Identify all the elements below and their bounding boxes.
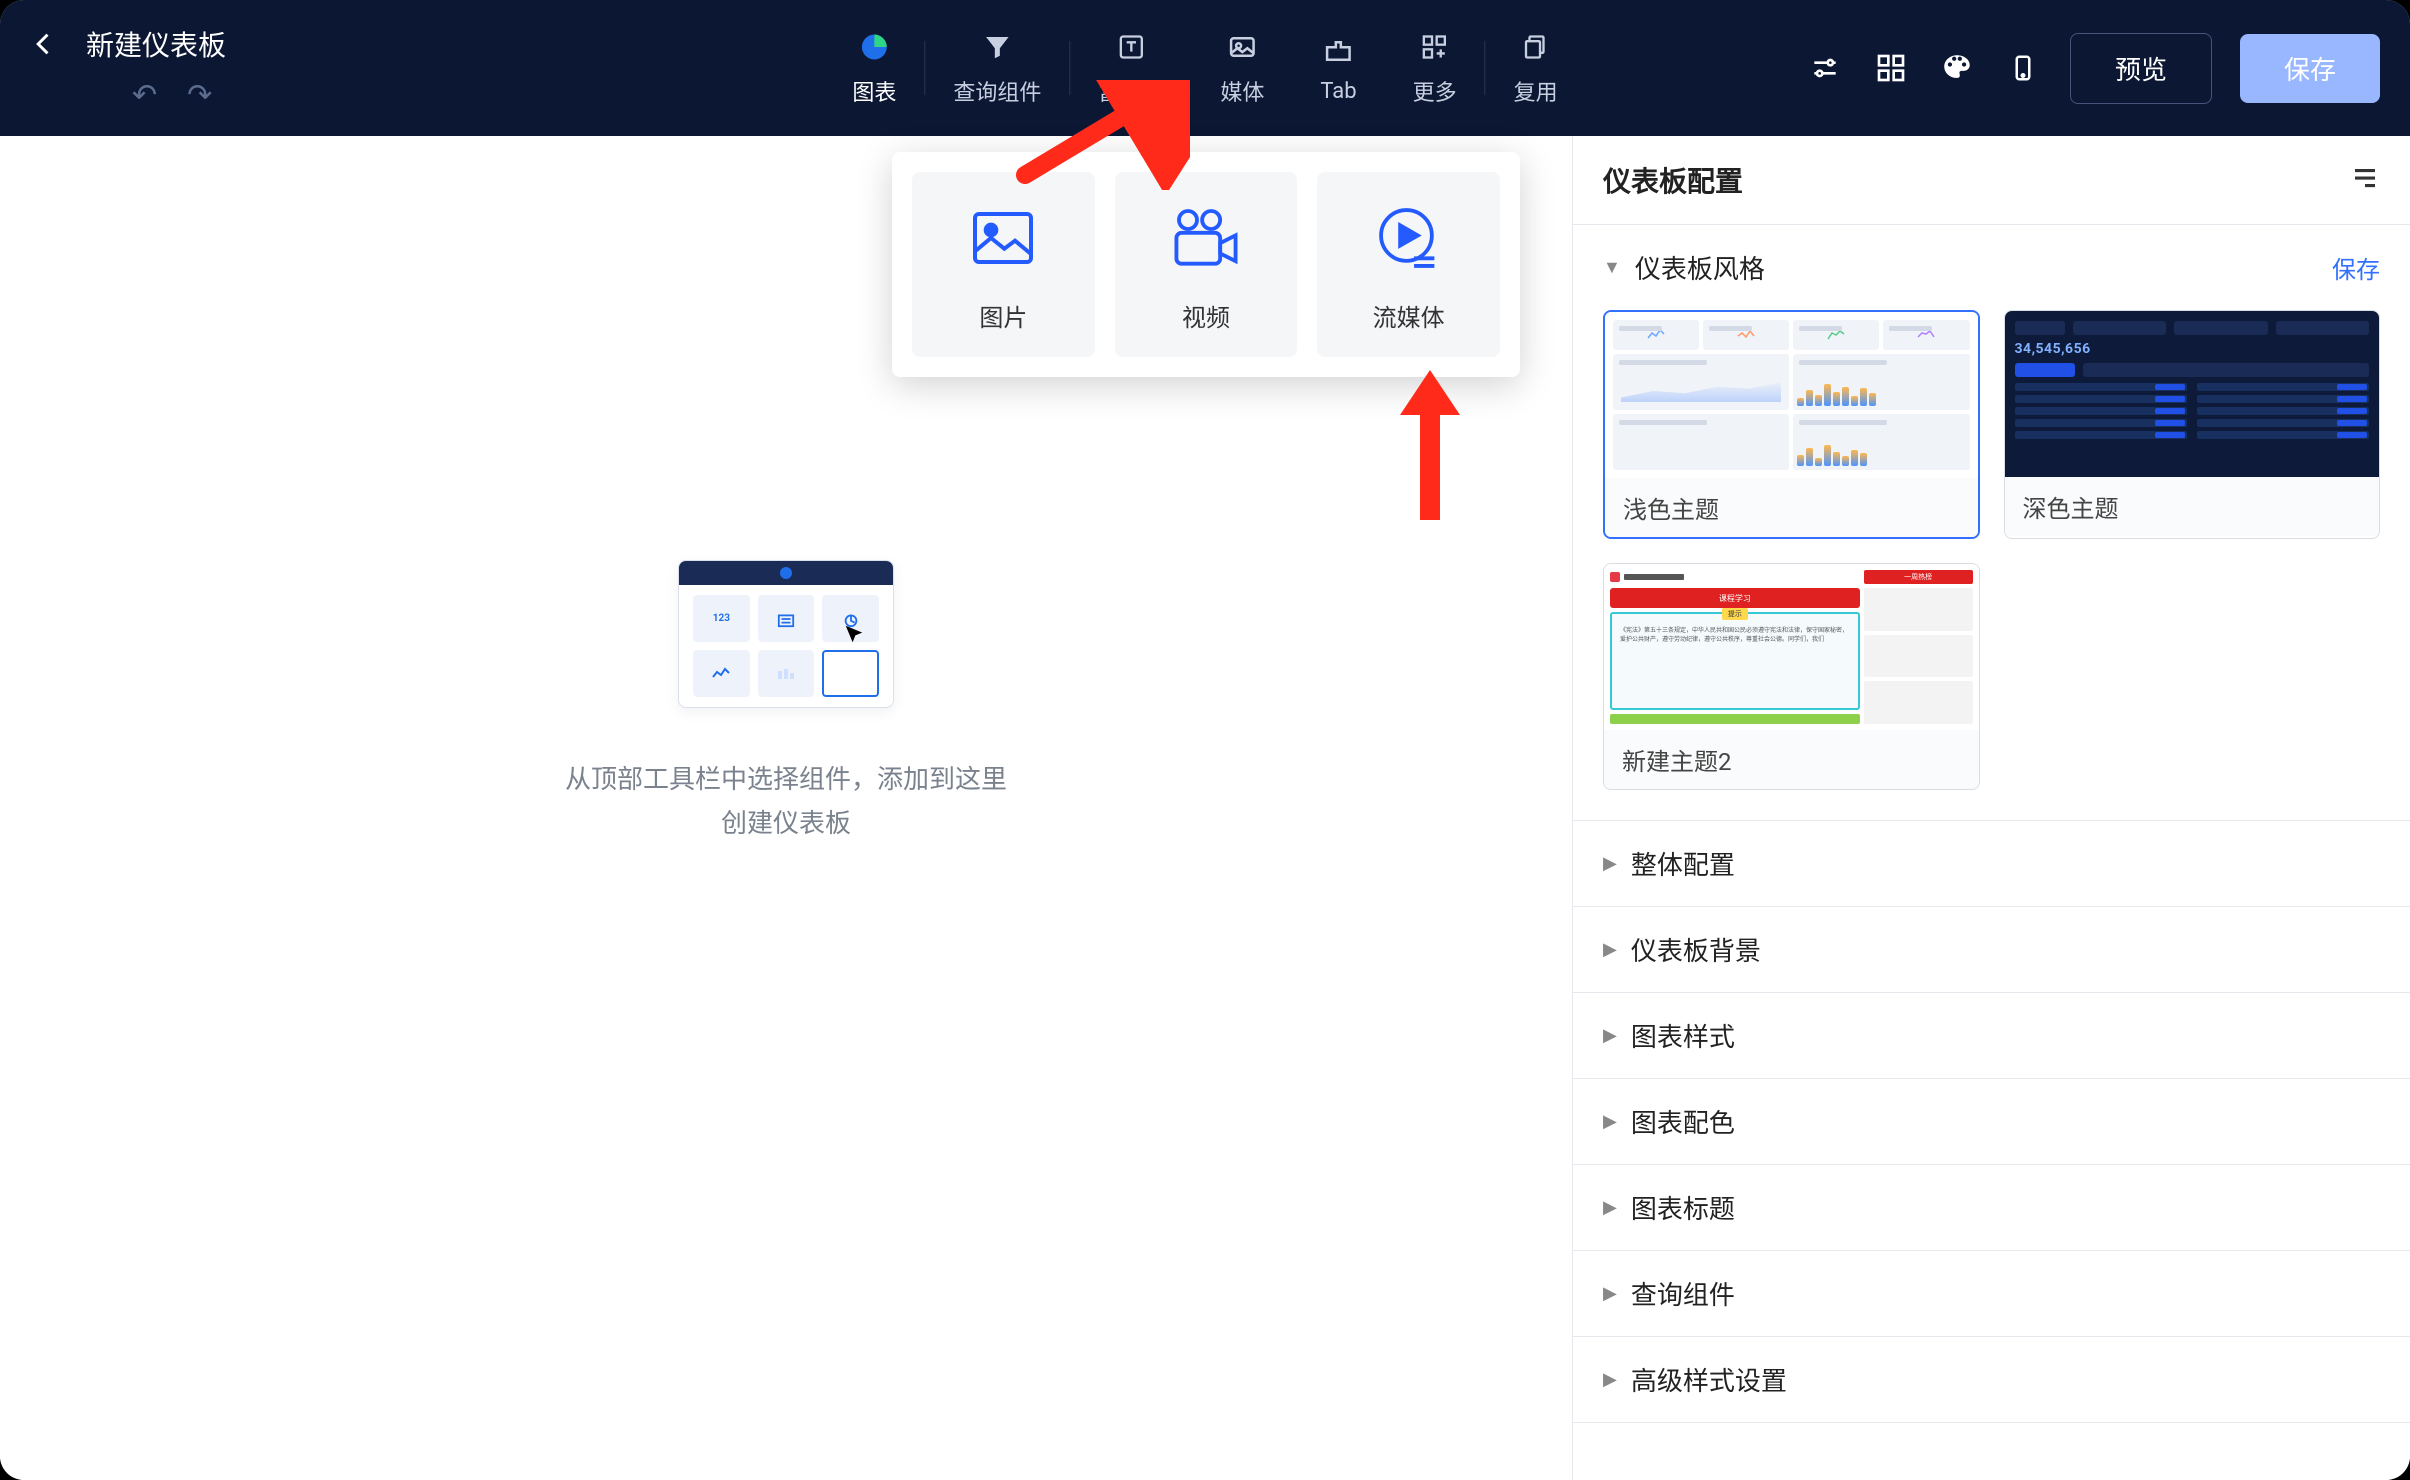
media-option-image[interactable]: 图片	[912, 172, 1095, 357]
toolbar-item-tab[interactable]: Tab	[1292, 33, 1384, 104]
media-icon	[1224, 29, 1260, 65]
canvas-hint-text: 从顶部工具栏中选择组件，添加到这里 创建仪表板	[565, 758, 1007, 846]
save-button[interactable]: 保存	[2240, 34, 2380, 103]
topbar-left-group: 新建仪表板 ↶ ↷	[30, 24, 226, 113]
stream-icon	[1373, 206, 1445, 270]
caret-right-icon: ▶	[1603, 1111, 1617, 1132]
theme-card-dark[interactable]: 34,545,656	[2004, 310, 2381, 539]
theme-card-custom2[interactable]: 课程学习 提示 《宪法》第五十三条规定，中华人民共和国公民必须遵守宪法和法律，保…	[1603, 563, 1980, 790]
section-chart-style[interactable]: ▶ 图表样式	[1573, 993, 2410, 1079]
image-icon	[967, 206, 1039, 270]
layout-icon[interactable]	[1872, 49, 1910, 87]
caret-right-icon: ▶	[1603, 1283, 1617, 1304]
canvas-placeholder-illustration: 123	[678, 560, 894, 708]
caret-right-icon: ▶	[1603, 1369, 1617, 1390]
section-header-style[interactable]: ▼ 仪表板风格 保存	[1573, 225, 2410, 310]
tab-icon	[1321, 33, 1357, 69]
text-icon	[1113, 29, 1149, 65]
section-advanced-style[interactable]: ▶ 高级样式设置	[1573, 1337, 2410, 1423]
theme-card-light[interactable]: 浅色主题	[1603, 310, 1980, 539]
theme-preview-light	[1605, 312, 1978, 478]
toolbar-item-query[interactable]: 查询组件	[925, 29, 1069, 107]
caret-right-icon: ▶	[1603, 1025, 1617, 1046]
toolbar-item-chart[interactable]: 图表	[824, 29, 924, 107]
chart-icon	[856, 29, 892, 65]
grid-icon	[1417, 29, 1453, 65]
reuse-icon	[1518, 29, 1554, 65]
panel-menu-icon[interactable]	[2350, 163, 2380, 197]
topbar-right-group: 预览 保存	[1806, 0, 2380, 136]
component-toolbar: 图表 查询组件 富文本 媒体	[824, 0, 1585, 136]
section-overall-config[interactable]: ▶ 整体配置	[1573, 821, 2410, 907]
caret-right-icon: ▶	[1603, 1197, 1617, 1218]
back-button[interactable]	[30, 30, 58, 58]
theme-preview-dark: 34,545,656	[2005, 311, 2380, 477]
mobile-preview-icon[interactable]	[2004, 49, 2042, 87]
section-dashboard-background[interactable]: ▶ 仪表板背景	[1573, 907, 2410, 993]
toolbar-item-richtext[interactable]: 富文本	[1070, 29, 1192, 107]
undo-button[interactable]: ↶	[132, 78, 157, 113]
section-dashboard-style: ▼ 仪表板风格 保存	[1573, 225, 2410, 821]
caret-down-icon: ▼	[1603, 257, 1621, 278]
media-dropdown-panel: 图片 视频 流媒体	[892, 152, 1520, 377]
toolbar-item-reuse[interactable]: 复用	[1486, 29, 1586, 107]
media-option-video[interactable]: 视频	[1115, 172, 1298, 357]
caret-right-icon: ▶	[1603, 939, 1617, 960]
style-save-link[interactable]: 保存	[2332, 250, 2380, 285]
settings-sliders-icon[interactable]	[1806, 49, 1844, 87]
section-query-component[interactable]: ▶ 查询组件	[1573, 1251, 2410, 1337]
section-chart-color[interactable]: ▶ 图表配色	[1573, 1079, 2410, 1165]
config-panel: 仪表板配置 ▼ 仪表板风格 保存	[1572, 136, 2410, 1480]
filter-icon	[979, 29, 1015, 65]
toolbar-item-media[interactable]: 媒体	[1192, 29, 1292, 107]
top-navbar: 新建仪表板 ↶ ↷ 图表 查询组件	[0, 0, 2410, 136]
preview-button[interactable]: 预览	[2070, 33, 2212, 104]
video-icon	[1170, 206, 1242, 270]
palette-icon[interactable]	[1938, 49, 1976, 87]
media-option-stream[interactable]: 流媒体	[1317, 172, 1500, 357]
toolbar-item-more[interactable]: 更多	[1385, 29, 1485, 107]
theme-preview-custom2: 课程学习 提示 《宪法》第五十三条规定，中华人民共和国公民必须遵守宪法和法律，保…	[1604, 564, 1979, 730]
section-chart-title[interactable]: ▶ 图表标题	[1573, 1165, 2410, 1251]
dashboard-title: 新建仪表板	[86, 24, 226, 64]
config-panel-header: 仪表板配置	[1573, 136, 2410, 225]
redo-button[interactable]: ↷	[187, 78, 212, 113]
caret-right-icon: ▶	[1603, 853, 1617, 874]
